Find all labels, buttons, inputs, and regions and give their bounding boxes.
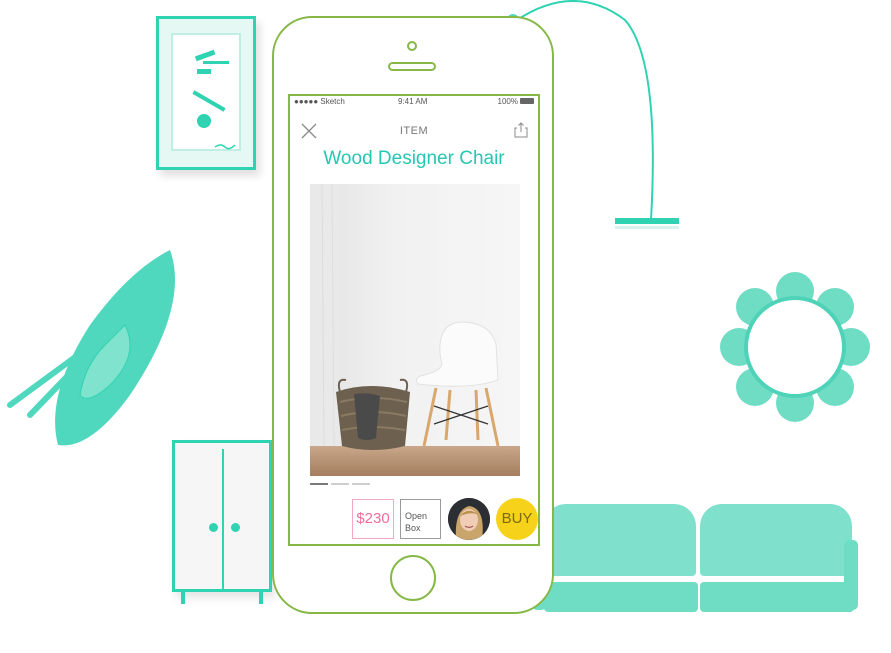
sofa-seat-right — [700, 582, 854, 612]
mirror-illustration — [720, 272, 870, 422]
phone-camera — [407, 41, 417, 51]
product-photo[interactable] — [310, 184, 520, 476]
seller-photo — [448, 498, 490, 540]
cabinet-divider — [222, 449, 224, 589]
cabinet-knob-left — [209, 523, 218, 532]
mirror-glass — [744, 296, 846, 398]
surfboard-icon — [7, 250, 175, 446]
battery-icon — [520, 98, 534, 104]
product-title: Wood Designer Chair — [323, 148, 505, 169]
phone-speaker — [388, 62, 436, 71]
sofa-back-right — [700, 504, 852, 576]
cabinet-leg-left — [181, 590, 185, 604]
nav-bar: ITEM — [290, 118, 538, 142]
price-tag: $230 — [352, 499, 394, 539]
phone-screen: ●●●●● Sketch 9:41 AM 100% ITEM Wood Desi… — [288, 94, 540, 546]
status-carrier: ●●●●● Sketch — [294, 97, 345, 106]
chair-photo-image — [310, 184, 520, 476]
sofa-back-left — [544, 504, 696, 576]
buy-button[interactable]: BUY — [496, 498, 538, 540]
phone-home-button[interactable] — [390, 555, 436, 601]
cabinet-knob-right — [231, 523, 240, 532]
abstract-art-icon — [192, 49, 236, 150]
seller-avatar[interactable] — [448, 498, 490, 540]
share-icon[interactable] — [514, 122, 528, 138]
gallery-dot[interactable] — [352, 483, 370, 485]
wall-art-frame — [156, 16, 256, 170]
condition-badge: Open Box — [400, 499, 441, 539]
sofa-seat-left — [544, 582, 698, 612]
status-time: 9:41 AM — [398, 97, 428, 106]
gallery-dot[interactable] — [331, 483, 349, 485]
gallery-page-indicator — [310, 483, 373, 487]
cabinet-leg-right — [259, 590, 263, 604]
wall-art-canvas — [171, 33, 241, 151]
gallery-dot[interactable] — [310, 483, 328, 485]
status-battery-text: 100% — [497, 97, 518, 106]
cabinet-illustration — [172, 440, 272, 604]
sofa-illustration — [530, 500, 860, 625]
nav-title: ITEM — [399, 125, 429, 137]
status-bar: ●●●●● Sketch 9:41 AM 100% — [290, 96, 538, 108]
